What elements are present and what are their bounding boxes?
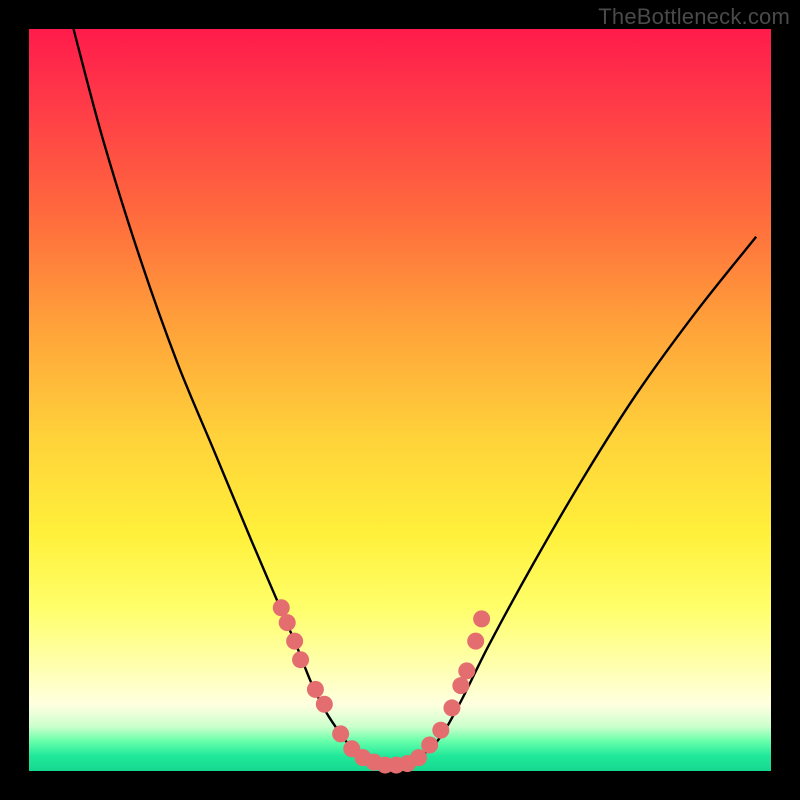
curve-marker [452,677,469,694]
curve-marker [458,662,475,679]
curve-marker [332,725,349,742]
curve-marker [273,599,290,616]
curve-marker [292,651,309,668]
watermark-text: TheBottleneck.com [598,4,790,30]
curve-marker [307,681,324,698]
chart-frame: TheBottleneck.com [0,0,800,800]
curve-marker [473,610,490,627]
curve-marker [421,737,438,754]
curve-marker [286,633,303,650]
curve-marker [316,696,333,713]
marker-layer [273,599,490,773]
curve-layer [74,29,757,767]
curve-marker [279,614,296,631]
curve-marker [443,699,460,716]
chart-svg [29,29,771,771]
curve-marker [467,633,484,650]
curve-marker [432,722,449,739]
bottleneck-curve [74,29,757,767]
